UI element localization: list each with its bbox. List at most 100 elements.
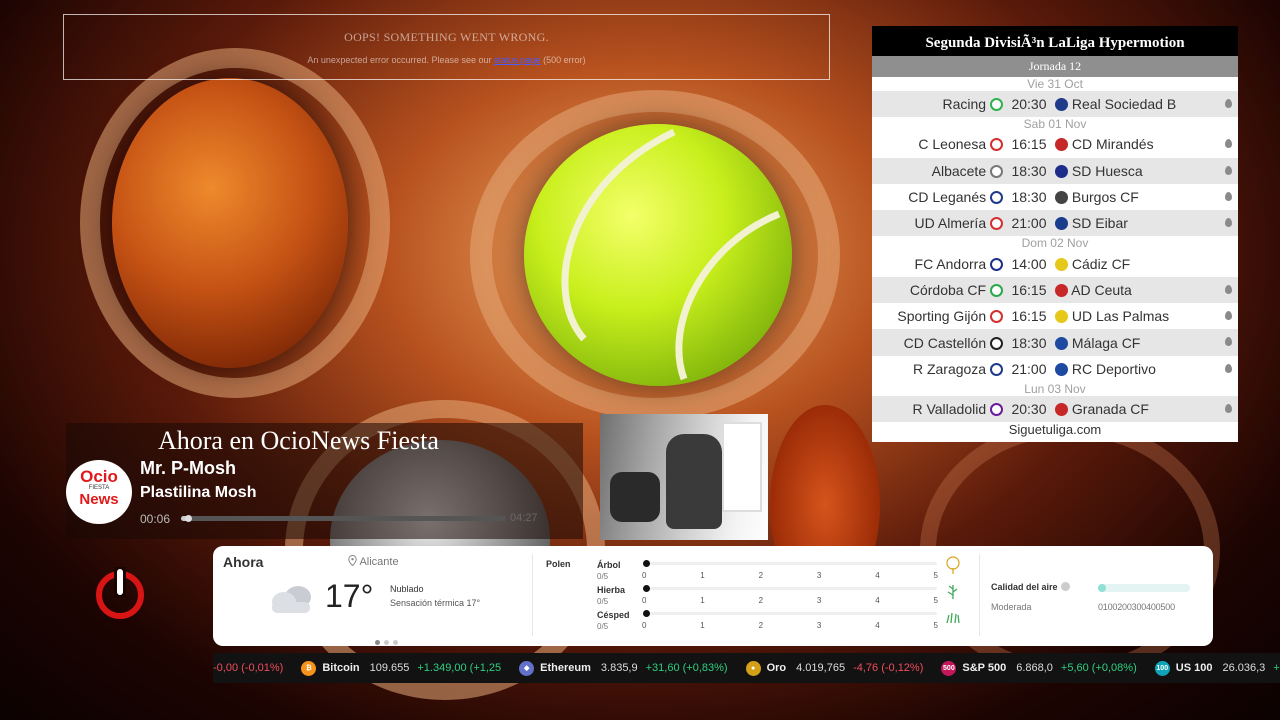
tennis-ball-image: [524, 124, 792, 386]
air-quality-label: Calidad del aire: [991, 582, 1070, 592]
away-team: RC Deportivo: [1051, 361, 1238, 377]
kickoff-time: 16:15: [1011, 281, 1047, 298]
asset-icon: ◆: [519, 660, 535, 676]
home-team-name: Córdoba CF: [909, 281, 987, 298]
venue-pin-icon[interactable]: [1225, 403, 1232, 413]
carousel-dot[interactable]: [393, 640, 398, 645]
weather-location[interactable]: Alicante: [348, 554, 399, 568]
league-footer-link[interactable]: Siguetuliga.com: [872, 422, 1238, 438]
home-team: R Zaragoza: [872, 361, 1007, 377]
venue-pin-icon[interactable]: [1225, 284, 1232, 294]
pollen-value: 0/5: [597, 572, 609, 581]
carousel-dot[interactable]: [384, 640, 389, 645]
home-team: FC Andorra: [872, 256, 1007, 272]
away-team-crest-icon: [1055, 138, 1068, 152]
match-row[interactable]: Córdoba CF 16:15 AD Ceuta: [872, 276, 1238, 304]
match-day-label: Vie 31 Oct: [872, 77, 1238, 91]
away-team: SD Huesca: [1051, 163, 1238, 179]
away-team-name: SD Eibar: [1071, 215, 1128, 232]
home-team: Córdoba CF: [872, 282, 1007, 298]
match-row[interactable]: CD Leganés 18:30 Burgos CF: [872, 184, 1238, 210]
pollen-level-marker: [643, 585, 650, 592]
ticker-item[interactable]: ₿ Bitcoin 109.655 +1.349,00 (+1,25: [301, 660, 501, 676]
asset-price: 26.036,3: [1222, 662, 1266, 674]
away-team-crest-icon: [1055, 217, 1068, 231]
kickoff-time: 21:00: [1011, 215, 1047, 232]
logo-line-3: News: [79, 491, 119, 508]
ticker-item[interactable]: 100 US 100 26.036,3 +: [1154, 660, 1280, 676]
league-fixtures-widget: Segunda DivisiÃ³n LaLiga Hypermotion Jor…: [872, 26, 1238, 442]
home-team-crest-icon: [990, 283, 1003, 297]
away-team-crest-icon: [1055, 283, 1068, 297]
match-row[interactable]: C Leonesa 16:15 CD Mirandés: [872, 131, 1238, 157]
match-row[interactable]: Sporting Gijón 16:15 UD Las Palmas: [872, 303, 1238, 329]
now-playing-panel: Ahora en OcioNews Fiesta Ocio FIESTA New…: [66, 423, 583, 539]
home-team-name: C Leonesa: [918, 136, 987, 153]
track-progress-bar[interactable]: [181, 515, 506, 522]
away-team-name: UD Las Palmas: [1071, 308, 1170, 325]
asset-change: -0,00 (-0,01%): [213, 662, 284, 674]
air-quality-label-text: Calidad del aire: [991, 582, 1058, 592]
ticker-item[interactable]: ◆ Ethereum 3.835,9 +31,60 (+0,83%): [519, 660, 728, 676]
match-row[interactable]: R Valladolid 20:30 Granada CF: [872, 395, 1238, 423]
divider: [979, 554, 980, 636]
tree-icon: [945, 556, 961, 574]
track-title: Plastilina Mosh: [140, 484, 257, 501]
ticker-item[interactable]: ● Oro 4.019,765 -4,76 (-0,12%): [745, 660, 924, 676]
venue-pin-icon[interactable]: [1225, 165, 1232, 175]
pollen-scale-tick: 2: [758, 571, 764, 580]
pollen-title: Polen: [546, 559, 571, 569]
home-team-crest-icon: [990, 257, 1003, 271]
match-row[interactable]: R Zaragoza 21:00 RC Deportivo: [872, 356, 1238, 382]
venue-pin-icon[interactable]: [1225, 99, 1232, 108]
away-team: Cádiz CF: [1051, 256, 1238, 272]
home-team-crest-icon: [990, 164, 1003, 178]
kickoff-time: 18:30: [1011, 334, 1047, 351]
weather-title: Ahora: [223, 554, 264, 570]
pollen-scale-tick: 3: [816, 596, 822, 605]
match-day-label: Sab 01 Nov: [872, 117, 1238, 132]
ocionews-logo: Ocio FIESTA News: [66, 460, 132, 524]
match-row[interactable]: FC Andorra 14:00 Cádiz CF: [872, 250, 1238, 276]
venue-pin-icon[interactable]: [1225, 191, 1232, 201]
info-icon[interactable]: [1060, 582, 1070, 591]
ticker-item[interactable]: 500 S&P 500 6.868,0 +5,60 (+0,08%): [941, 660, 1137, 676]
match-row[interactable]: UD Almería 21:00 SD Eibar: [872, 210, 1238, 237]
track-progress-knob[interactable]: [184, 515, 192, 522]
carousel-dots[interactable]: [375, 632, 402, 650]
pollen-scale-tick: 1: [700, 621, 705, 630]
away-team-crest-icon: [1055, 191, 1068, 205]
power-icon[interactable]: [94, 567, 146, 619]
carousel-dot[interactable]: [375, 640, 380, 645]
away-team-name: Cádiz CF: [1071, 255, 1131, 272]
away-team-name: CD Mirandés: [1071, 136, 1154, 153]
pollen-scale-bar: [645, 612, 937, 615]
home-team-name: FC Andorra: [914, 255, 987, 272]
match-row[interactable]: Albacete 18:30 SD Huesca: [872, 157, 1238, 184]
home-team-crest-icon: [990, 98, 1003, 112]
weather-condition: Nublado: [390, 584, 424, 594]
match-row[interactable]: CD Castellón 18:30 Málaga CF: [872, 329, 1238, 356]
location-pin-icon: [348, 554, 357, 567]
asset-name: US 100: [1175, 662, 1213, 674]
logo-line-1: Ocio: [80, 467, 118, 486]
ticker-item[interactable]: -0,00 (-0,01%): [213, 662, 283, 674]
venue-pin-icon[interactable]: [1225, 139, 1232, 149]
pollen-scale-tick: 0: [642, 596, 647, 605]
status-page-link[interactable]: status page: [494, 55, 541, 65]
match-row[interactable]: Racing 20:30 Real Sociedad B: [872, 91, 1238, 118]
asset-name: Ethereum: [540, 662, 591, 674]
pollen-value: 0/5: [597, 622, 609, 631]
home-team-name: Racing: [942, 96, 987, 113]
home-team: Racing: [872, 96, 1007, 112]
home-team: CD Leganés: [872, 189, 1007, 205]
asset-price: 6.868,0: [1016, 662, 1053, 674]
asset-icon: 100: [1154, 660, 1170, 676]
venue-pin-icon[interactable]: [1225, 218, 1232, 228]
venue-pin-icon[interactable]: [1225, 363, 1232, 373]
away-team-name: Real Sociedad B: [1071, 96, 1177, 113]
asset-change: -4,76 (-0,12%): [853, 662, 924, 674]
elapsed-time: 00:06: [140, 512, 171, 526]
pollen-scale-tick: 1: [700, 596, 705, 605]
venue-pin-icon[interactable]: [1225, 311, 1232, 321]
